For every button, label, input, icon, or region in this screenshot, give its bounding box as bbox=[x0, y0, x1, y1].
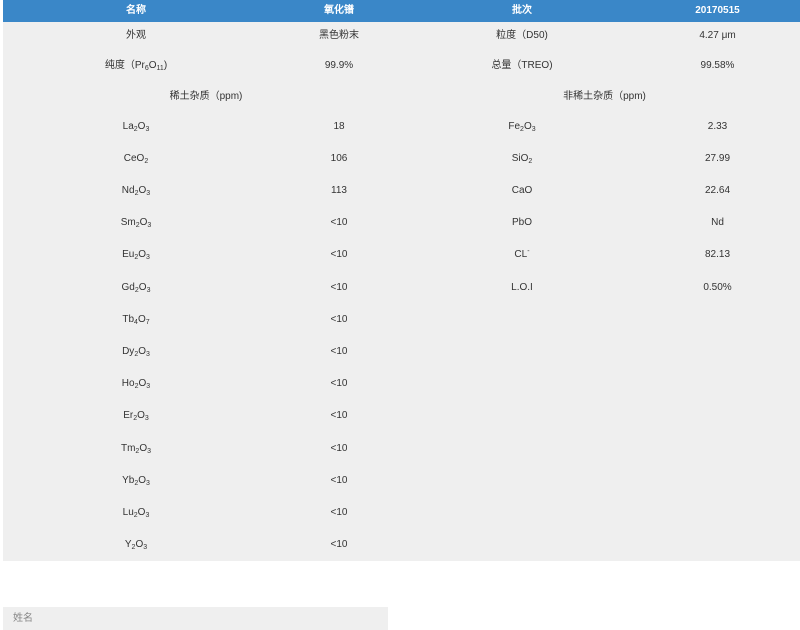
impurity-formula: Tm2O3 bbox=[120, 442, 152, 455]
impurity-formula: Lu2O3 bbox=[122, 506, 150, 519]
name-input[interactable] bbox=[3, 607, 383, 630]
treo-label: 总量（TREO) bbox=[491, 60, 553, 71]
impurity-value: 2.33 bbox=[707, 120, 728, 132]
purity-value: 99.9% bbox=[324, 60, 354, 71]
impurity-value: <10 bbox=[330, 506, 348, 518]
purity-label: 纯度（Pr6O11) bbox=[104, 60, 168, 72]
impurity-value: <10 bbox=[330, 539, 348, 551]
rare-earth-impurities-title: 稀土杂质（ppm) bbox=[169, 91, 243, 102]
product-spec-table: 名称 氧化镨 批次 20170515 外观 黑色粉末 粒度（D50) 4.27 … bbox=[3, 0, 800, 561]
impurity-formula: Y2O3 bbox=[124, 539, 148, 552]
impurity-formula: CeO2 bbox=[123, 152, 149, 165]
section-titles: 稀土杂质（ppm) 非稀土杂质（ppm) bbox=[3, 87, 800, 107]
table-row: Dy2O3 <10 bbox=[3, 342, 800, 362]
table-row: Sm2O3 <10 PbO Nd bbox=[3, 213, 800, 233]
table-row: Tb4O7 <10 bbox=[3, 310, 800, 330]
impurity-formula: CaO bbox=[511, 184, 533, 196]
impurity-formula: SiO2 bbox=[511, 152, 533, 165]
non-rare-earth-impurities-title: 非稀土杂质（ppm) bbox=[563, 91, 646, 102]
impurity-formula: Nd2O3 bbox=[121, 184, 151, 197]
table-row: La2O3 18 Fe2O3 2.33 bbox=[3, 117, 800, 137]
spec-row-purity: 纯度（Pr6O11) 99.9% 总量（TREO) 99.58% bbox=[3, 56, 800, 76]
appearance-value: 黑色粉末 bbox=[319, 30, 359, 41]
impurity-value: 82.13 bbox=[704, 249, 731, 261]
impurity-formula: Yb2O3 bbox=[122, 474, 150, 487]
impurity-value: <10 bbox=[330, 281, 348, 293]
table-row: Gd2O3 <10 L.O.I 0.50% bbox=[3, 278, 800, 298]
impurity-formula: Ho2O3 bbox=[121, 378, 151, 391]
impurity-value: <10 bbox=[330, 410, 348, 422]
impurity-formula: L.O.I bbox=[511, 281, 533, 293]
impurity-value: <10 bbox=[330, 474, 348, 486]
impurity-formula: Tb4O7 bbox=[122, 313, 150, 326]
impurity-formula: Sm2O3 bbox=[120, 217, 152, 230]
impurity-value: 113 bbox=[331, 184, 347, 196]
impurity-value: Nd bbox=[711, 217, 724, 229]
appearance-label: 外观 bbox=[126, 30, 146, 41]
impurity-formula: Gd2O3 bbox=[121, 281, 151, 294]
impurity-value: 22.64 bbox=[704, 184, 731, 196]
table-header: 名称 氧化镨 批次 20170515 bbox=[3, 0, 800, 22]
impurity-value: <10 bbox=[330, 378, 348, 390]
name-label: 名称 bbox=[126, 5, 146, 16]
impurity-value: <10 bbox=[330, 217, 348, 229]
impurity-formula: Eu2O3 bbox=[122, 249, 150, 262]
impurity-formula: CL- bbox=[514, 248, 530, 261]
table-row: Er2O3 <10 bbox=[3, 406, 800, 426]
spec-row-appearance: 外观 黑色粉末 粒度（D50) 4.27 μm bbox=[3, 26, 800, 46]
table-row: Yb2O3 <10 bbox=[3, 471, 800, 491]
impurity-value: 18 bbox=[333, 120, 345, 132]
impurity-value: 27.99 bbox=[704, 152, 731, 164]
table-row: Tm2O3 <10 bbox=[3, 439, 800, 459]
impurity-formula: Fe2O3 bbox=[508, 120, 536, 133]
impurity-value: 106 bbox=[330, 152, 348, 164]
impurity-value: <10 bbox=[330, 345, 348, 357]
table-row: Ho2O3 <10 bbox=[3, 374, 800, 394]
impurity-value: <10 bbox=[330, 442, 348, 454]
impurity-value: 0.50% bbox=[703, 281, 732, 293]
table-row: Nd2O3 113 CaO 22.64 bbox=[3, 181, 800, 201]
treo-value: 99.58% bbox=[700, 60, 735, 71]
impurity-formula: La2O3 bbox=[122, 120, 150, 133]
table-row: Eu2O3 <10 CL- 82.13 bbox=[3, 245, 800, 265]
impurity-formula: PbO bbox=[511, 217, 532, 229]
impurity-formula: Dy2O3 bbox=[122, 345, 150, 358]
impurity-value: <10 bbox=[330, 249, 348, 261]
name-value: 氧化镨 bbox=[324, 5, 354, 16]
particle-size-label: 粒度（D50) bbox=[496, 30, 548, 41]
table-row: CeO2 106 SiO2 27.99 bbox=[3, 149, 800, 169]
batch-value: 20170515 bbox=[695, 5, 740, 16]
batch-label: 批次 bbox=[512, 5, 532, 16]
particle-size-value: 4.27 μm bbox=[699, 30, 736, 41]
name-field-container bbox=[3, 607, 388, 630]
table-row: Y2O3 <10 bbox=[3, 535, 800, 555]
impurity-value: <10 bbox=[330, 313, 348, 325]
impurity-formula: Er2O3 bbox=[123, 410, 149, 423]
table-row: Lu2O3 <10 bbox=[3, 503, 800, 523]
